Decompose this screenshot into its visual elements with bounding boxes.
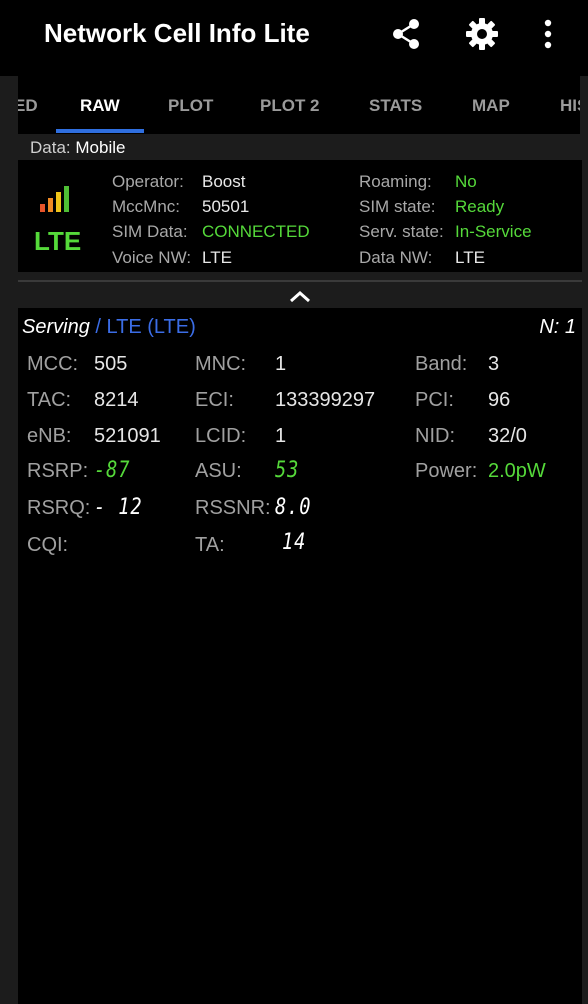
tab-plot-2[interactable]: PLOT 2 [260, 96, 320, 116]
tab-raw[interactable]: RAW [80, 96, 120, 116]
cqi-label: CQI: [27, 534, 69, 556]
roaming-label: Roaming: [359, 172, 432, 191]
app-title: Network Cell Info Lite [44, 18, 310, 48]
signal-bars-icon [40, 186, 69, 212]
mnc-value: 1 [275, 353, 287, 375]
collapse-handle[interactable] [18, 280, 582, 310]
serving-tech: / LTE (LTE) [89, 316, 196, 338]
tab-partial-left[interactable]: ED [18, 96, 38, 116]
mcc-label: MCC: [27, 353, 79, 375]
chevron-up-icon [290, 290, 310, 303]
sim-state-value: Ready [455, 197, 505, 216]
network-tech-label: LTE [34, 226, 82, 256]
asu-value: 53 [275, 458, 300, 483]
voice-nw-value: LTE [202, 248, 232, 267]
data-nw-value: LTE [455, 248, 485, 267]
pci-label: PCI: [415, 389, 454, 411]
nid-value: 32/0 [488, 425, 527, 447]
sim-state-label: SIM state: [359, 197, 436, 216]
data-type-label: Data: [30, 138, 71, 157]
tac-label: TAC: [27, 389, 72, 411]
serving-cell-panel: Serving / LTE (LTE) N: 1 MCC: 505 MNC: 1… [18, 308, 582, 1004]
mnc-label: MNC: [195, 353, 247, 375]
power-value: 2.0pW [488, 460, 546, 482]
active-tab-indicator [56, 129, 144, 133]
tac-value: 8214 [94, 389, 139, 411]
rsrp-label: RSRP: [27, 460, 89, 482]
power-label: Power: [415, 460, 478, 482]
band-label: Band: [415, 353, 468, 375]
network-info-card: LTE Operator: Boost MccMnc: 50501 SIM Da… [18, 160, 582, 272]
enb-value: 521091 [94, 425, 161, 447]
tab-plot[interactable]: PLOT [168, 96, 213, 116]
eci-label: ECI: [195, 389, 234, 411]
mccmnc-value: 50501 [202, 197, 250, 216]
asu-label: ASU: [195, 460, 242, 482]
rssnr-value: 8.0 [275, 495, 312, 520]
more-options-button[interactable] [528, 14, 568, 54]
mccmnc-label: MccMnc: [112, 197, 180, 216]
more-vert-icon [544, 19, 552, 49]
sim-data-value: CONNECTED [202, 222, 310, 241]
tab-map[interactable]: MAP [472, 96, 510, 116]
gear-icon [466, 18, 498, 50]
share-icon [393, 19, 419, 49]
rsrp-value: -87 [94, 458, 131, 483]
lcid-value: 1 [275, 425, 287, 447]
data-type-row: Data: Mobile [30, 138, 125, 158]
enb-label: eNB: [27, 425, 72, 447]
settings-button[interactable] [462, 14, 502, 54]
tab-history-partial[interactable]: HIS [560, 96, 580, 116]
rssnr-label: RSSNR: [195, 497, 271, 519]
serv-state-value: In-Service [455, 222, 532, 241]
tab-bar: ED RAW PLOT PLOT 2 STATS MAP HIS [18, 76, 580, 134]
sim-data-label: SIM Data: [112, 222, 188, 241]
mcc-value: 505 [94, 353, 128, 375]
ta-value: 14 [282, 530, 307, 555]
voice-nw-label: Voice NW: [112, 248, 192, 267]
share-button[interactable] [386, 14, 426, 54]
data-nw-label: Data NW: [359, 248, 433, 267]
app-bar: Network Cell Info Lite [0, 0, 588, 76]
band-value: 3 [488, 353, 500, 375]
rsrq-label: RSRQ: [27, 497, 91, 519]
eci-value: 133399297 [275, 389, 376, 411]
neighbor-count: N: 1 [539, 316, 576, 338]
roaming-value: No [455, 172, 477, 191]
data-type-value: Mobile [75, 138, 126, 157]
rsrq-value: - 12 [94, 495, 143, 520]
tab-stats[interactable]: STATS [369, 96, 422, 116]
ta-label: TA: [195, 534, 225, 556]
nid-label: NID: [415, 425, 455, 447]
lcid-label: LCID: [195, 425, 247, 447]
pci-value: 96 [488, 389, 511, 411]
operator-label: Operator: [112, 172, 184, 191]
operator-value: Boost [202, 172, 246, 191]
serv-state-label: Serv. state: [359, 222, 444, 241]
serving-header: Serving / LTE (LTE) [22, 316, 196, 339]
serving-label: Serving [22, 316, 90, 338]
